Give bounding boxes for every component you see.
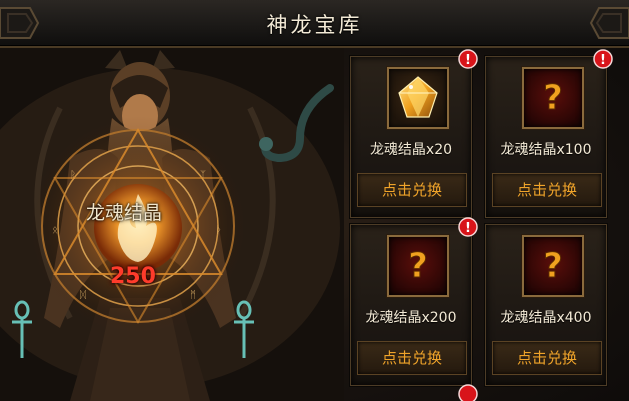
reward-icon-slot[interactable]: ? — [387, 235, 449, 297]
svg-text:ᛗ: ᛗ — [190, 290, 196, 301]
question-mark-icon: ? — [543, 78, 564, 119]
svg-text:!: ! — [600, 53, 606, 68]
crystal-count: 250 — [110, 264, 156, 289]
svg-text:!: ! — [465, 221, 471, 236]
svg-text:ᛟ: ᛟ — [52, 225, 58, 236]
svg-text:ᚱ: ᚱ — [70, 170, 76, 181]
reward-name: 龙魂结晶x200 — [365, 310, 457, 326]
reward-icon-slot[interactable] — [387, 67, 449, 129]
alert-badge-icon: ! — [458, 49, 478, 69]
goddess-illustration: ᚱ ᛉ ᛟ ᚦ ᛞ ᛗ — [0, 48, 344, 401]
svg-text:!: ! — [465, 53, 471, 68]
svg-text:?: ? — [543, 246, 563, 286]
reward-card: ? 龙魂结晶x100 点击兑换 — [485, 56, 607, 218]
svg-text:?: ? — [543, 78, 563, 118]
redeem-button[interactable]: 点击兑换 — [492, 173, 602, 207]
svg-text:ᛉ: ᛉ — [200, 170, 206, 181]
redeem-button[interactable]: 点击兑换 — [357, 341, 467, 375]
svg-text:ᚦ: ᚦ — [216, 225, 222, 236]
dragon-goddess-artwork: ᚱ ᛉ ᛟ ᚦ ᛞ ᛗ 龙魂结晶 250 — [0, 48, 344, 401]
reward-grid: 龙魂结晶x20 点击兑换 ? 龙魂结晶x100 点击兑换 ? 龙魂结晶x200 … — [344, 48, 629, 401]
reward-card: ? 龙魂结晶x200 点击兑换 — [350, 224, 472, 386]
reward-icon-slot[interactable]: ? — [522, 235, 584, 297]
reward-card: 龙魂结晶x20 点击兑换 — [350, 56, 472, 218]
question-mark-icon: ? — [408, 246, 429, 287]
reward-card: ? 龙魂结晶x400 点击兑换 — [485, 224, 607, 386]
alert-badge-icon — [458, 384, 478, 401]
reward-name: 龙魂结晶x100 — [500, 142, 592, 158]
svg-text:ᛞ: ᛞ — [80, 290, 86, 301]
alert-badge-icon: ! — [593, 49, 613, 69]
crystal-label: 龙魂结晶 — [86, 202, 163, 224]
question-mark-icon: ? — [543, 246, 564, 287]
window-title: 神龙宝库 — [266, 13, 363, 37]
reward-name: 龙魂结晶x400 — [500, 310, 592, 326]
redeem-button[interactable]: 点击兑换 — [492, 341, 602, 375]
redeem-button[interactable]: 点击兑换 — [357, 173, 467, 207]
svg-text:?: ? — [408, 246, 428, 286]
gold-gem-icon — [398, 76, 438, 118]
reward-name: 龙魂结晶x20 — [369, 142, 453, 158]
title-bar: 神龙宝库 — [0, 0, 629, 48]
dragon-treasury-window: 神龙宝库 ᚱ ᛉ ᛟ ᚦ ᛞ ᛗ 龙魂结晶 250 龙魂结晶x20 点击兑换 ?… — [0, 0, 629, 401]
alert-badge-icon: ! — [458, 217, 478, 237]
reward-icon-slot[interactable]: ? — [522, 67, 584, 129]
